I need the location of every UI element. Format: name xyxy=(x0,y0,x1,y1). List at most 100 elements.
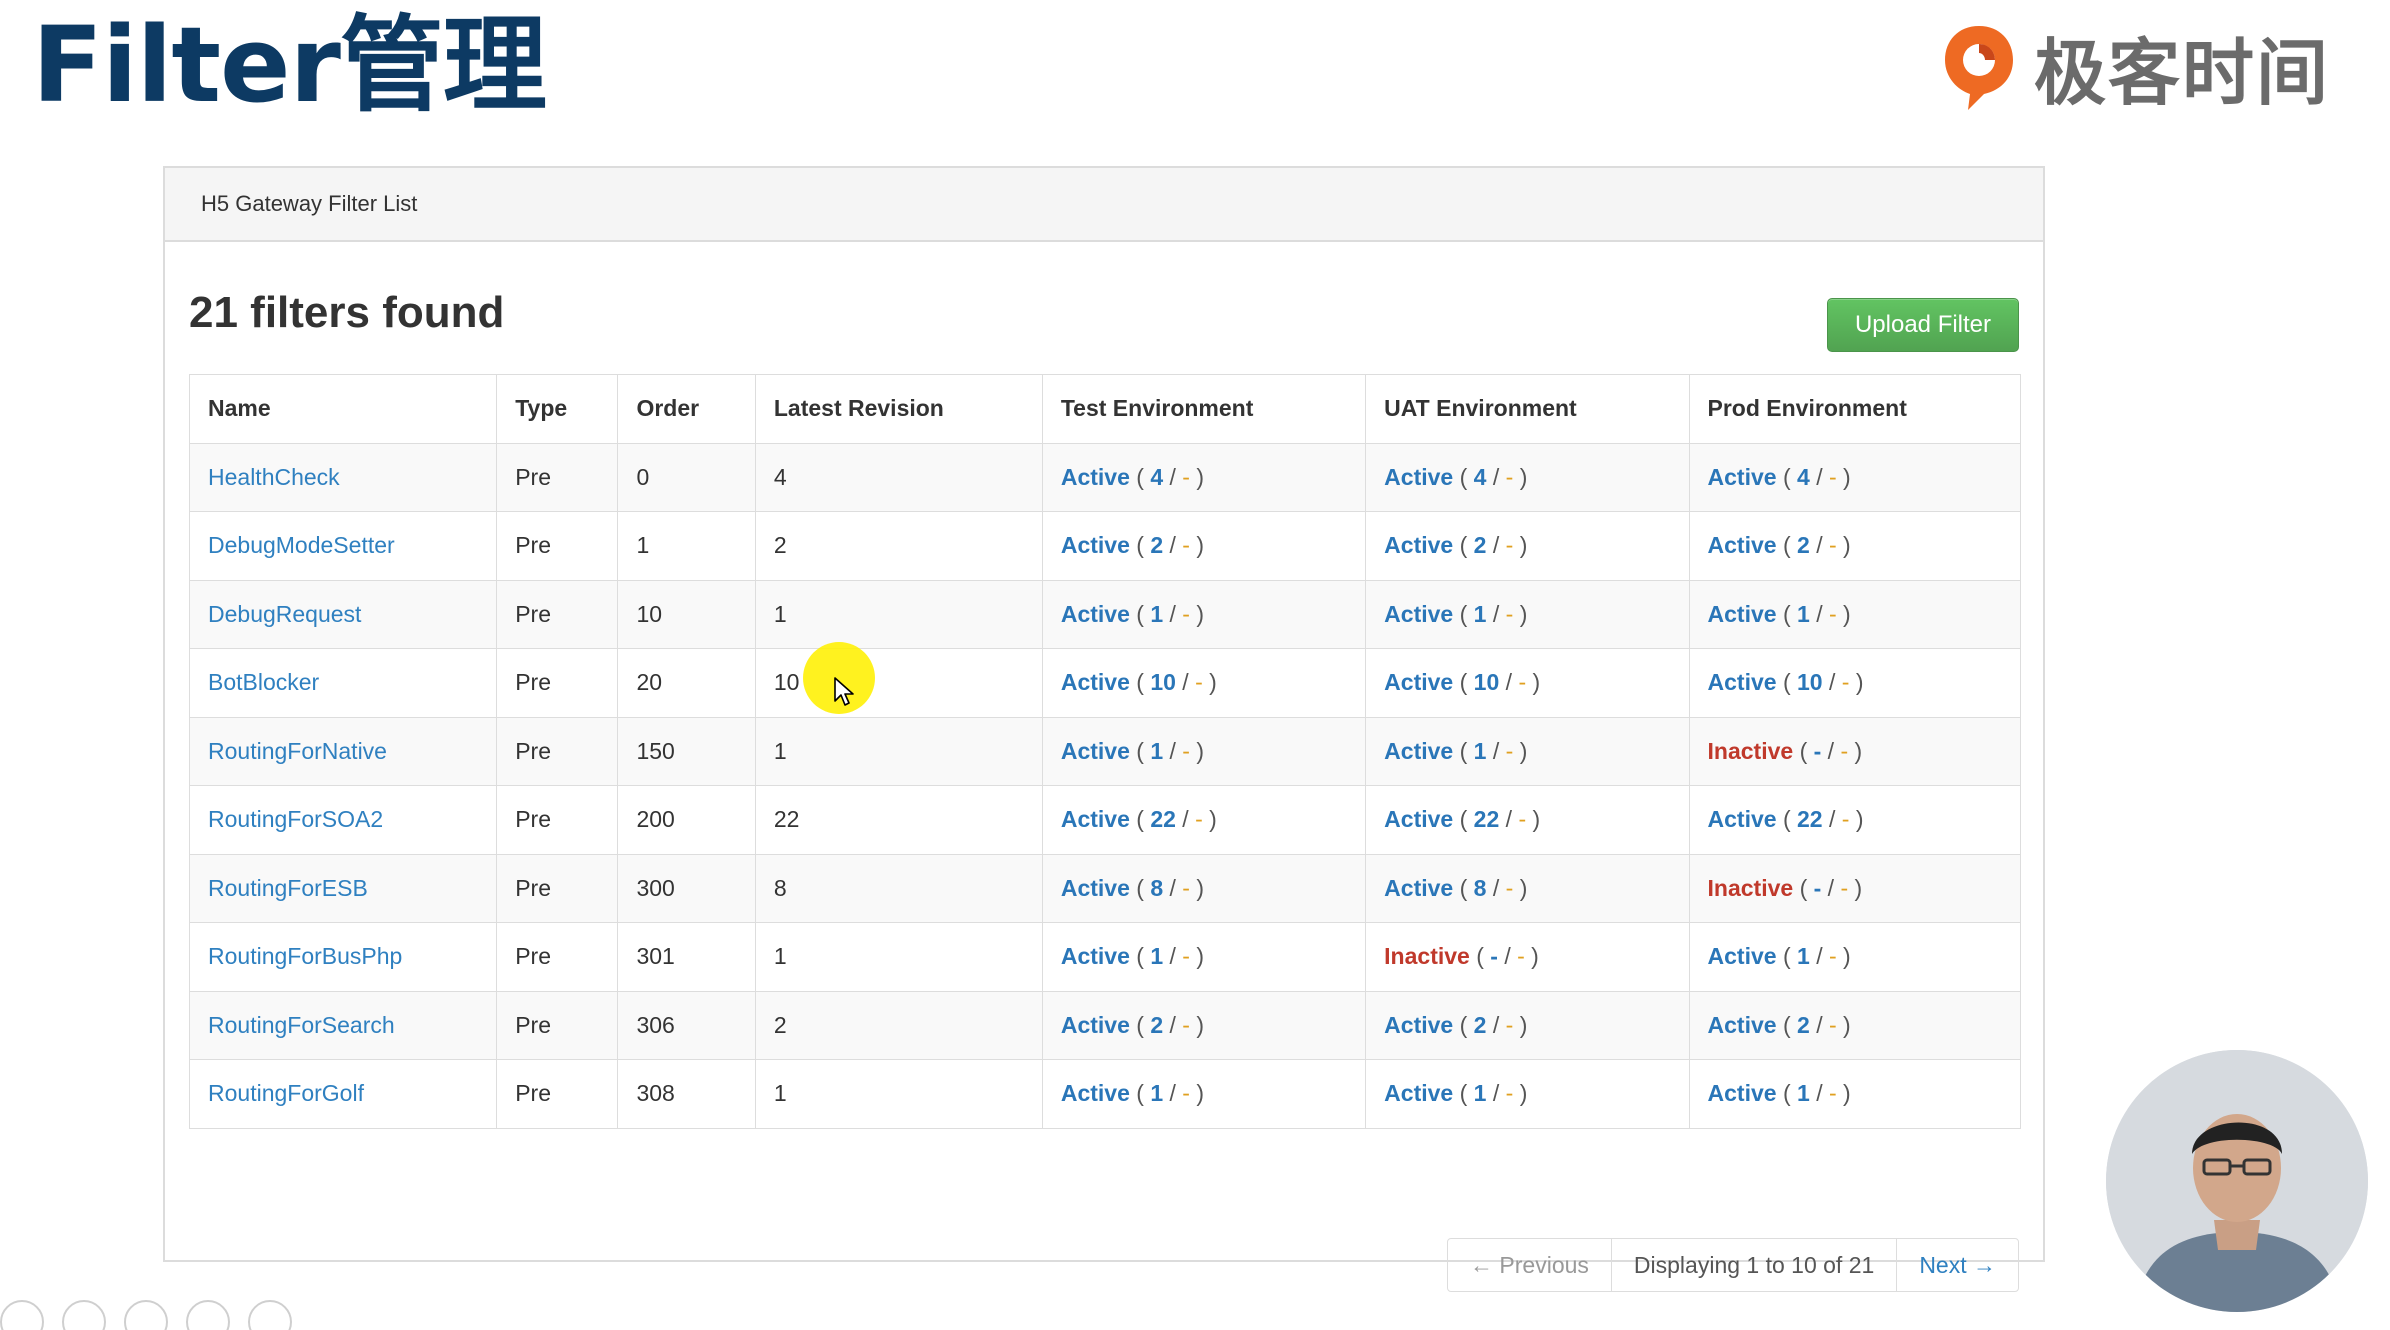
table-row: RoutingForGolf Pre 308 1 Active ( 1 / - ) Act… xyxy=(188,1059,2022,1129)
env-status-link[interactable]: Active xyxy=(1384,738,1453,764)
env-open-paren: ( xyxy=(1136,737,1151,764)
env-open-paren: ( xyxy=(1459,669,1474,696)
type-cell: Pre xyxy=(496,990,619,1060)
zoom-icon[interactable] xyxy=(186,1300,230,1330)
table-row: RoutingForSearch Pre 306 2 Active ( 2 / - ) A… xyxy=(188,990,2022,1060)
env-close-paren: ) xyxy=(1513,600,1528,627)
filter-name-link[interactable]: RoutingForGolf xyxy=(208,1080,364,1106)
env-status-link[interactable]: Active xyxy=(1061,738,1130,764)
env-status-link[interactable]: Active xyxy=(1384,464,1453,490)
env-status-link[interactable]: Active xyxy=(1384,532,1453,558)
filter-name-link[interactable]: DebugModeSetter xyxy=(208,532,395,558)
env-status-link[interactable]: Active xyxy=(1708,943,1777,969)
type-cell: Pre xyxy=(496,442,619,512)
env-pending-revision: - xyxy=(1182,874,1190,901)
previous-page-button[interactable]: ← Previous xyxy=(1448,1239,1611,1291)
env-separator: / xyxy=(1486,463,1506,490)
env-open-paren: ( xyxy=(1136,806,1151,833)
env-separator: / xyxy=(1175,806,1196,833)
env-close-paren: ) xyxy=(1848,737,1863,764)
filter-name-link[interactable]: RoutingForESB xyxy=(208,875,368,901)
type-cell: Pre xyxy=(496,716,619,786)
filter-name-link[interactable]: HealthCheck xyxy=(208,464,340,490)
env-revision: 10 xyxy=(1473,669,1500,696)
env-status-link[interactable]: Active xyxy=(1061,806,1130,832)
name-cell: RoutingForNative xyxy=(188,716,498,786)
env-status-link[interactable]: Active xyxy=(1384,1012,1453,1038)
env-status-link[interactable]: Active xyxy=(1061,1080,1130,1106)
column-header-name: Name xyxy=(188,374,498,444)
env-cell-uat: Active ( 1 / - ) xyxy=(1365,1059,1690,1129)
env-revision: 2 xyxy=(1150,532,1164,559)
filter-name-link[interactable]: BotBlocker xyxy=(208,669,319,695)
pen-icon[interactable] xyxy=(62,1300,106,1330)
env-status-link[interactable]: Active xyxy=(1384,1080,1453,1106)
type-cell: Pre xyxy=(496,785,619,855)
name-cell: RoutingForSearch xyxy=(188,990,498,1060)
env-open-paren: ( xyxy=(1136,1011,1151,1038)
env-cell-prod: Active ( 1 / - ) xyxy=(1688,579,2022,649)
env-status-link[interactable]: Active xyxy=(1708,1080,1777,1106)
env-revision: 1 xyxy=(1473,737,1487,764)
env-status-link[interactable]: Inactive xyxy=(1708,738,1794,764)
env-status-link[interactable]: Active xyxy=(1061,669,1130,695)
env-status-link[interactable]: Active xyxy=(1708,601,1777,627)
env-status-link[interactable]: Active xyxy=(1061,464,1130,490)
env-close-paren: ) xyxy=(1513,1080,1528,1107)
env-pending-revision: - xyxy=(1182,532,1190,559)
filter-name-link[interactable]: RoutingForSOA2 xyxy=(208,806,383,832)
env-revision: 1 xyxy=(1473,600,1487,627)
prev-slide-icon[interactable] xyxy=(0,1300,44,1330)
presenter-avatar-icon xyxy=(2106,1050,2368,1312)
slides-grid-icon[interactable] xyxy=(124,1300,168,1330)
latest-revision-cell: 22 xyxy=(754,785,1043,855)
env-status-link[interactable]: Active xyxy=(1384,669,1453,695)
env-revision: 2 xyxy=(1150,1011,1164,1038)
env-status-link[interactable]: Active xyxy=(1708,532,1777,558)
env-status-link[interactable]: Active xyxy=(1061,875,1130,901)
filter-name-link[interactable]: RoutingForBusPhp xyxy=(208,943,402,969)
env-status-link[interactable]: Active xyxy=(1061,1012,1130,1038)
env-open-paren: ( xyxy=(1136,532,1151,559)
upload-filter-button[interactable]: Upload Filter xyxy=(1827,298,2019,352)
env-status-link[interactable]: Active xyxy=(1708,1012,1777,1038)
env-close-paren: ) xyxy=(1189,1080,1205,1107)
env-status-link[interactable]: Active xyxy=(1384,601,1453,627)
env-status-link[interactable]: Active xyxy=(1384,806,1453,832)
slide-title: Filter管理 xyxy=(32,4,547,126)
env-status-link[interactable]: Active xyxy=(1708,669,1777,695)
env-revision: 2 xyxy=(1473,532,1487,559)
env-status-link[interactable]: Active xyxy=(1061,943,1130,969)
latest-revision-cell: 10 xyxy=(754,648,1043,718)
env-cell-test: Active ( 1 / - ) xyxy=(1041,716,1367,786)
presenter-video xyxy=(2106,1050,2368,1312)
env-status-link[interactable]: Inactive xyxy=(1708,875,1794,901)
env-separator: / xyxy=(1809,1080,1829,1107)
table-row: DebugRequest Pre 10 1 Active ( 1 / - ) Active… xyxy=(188,579,2022,649)
filter-name-link[interactable]: DebugRequest xyxy=(208,601,361,627)
env-status-link[interactable]: Inactive xyxy=(1384,943,1470,969)
env-revision: 1 xyxy=(1797,943,1810,970)
env-status-link[interactable]: Active xyxy=(1708,806,1777,832)
env-separator: / xyxy=(1822,669,1842,696)
env-revision: 1 xyxy=(1473,1080,1487,1107)
next-page-button[interactable]: Next → xyxy=(1896,1239,2018,1291)
filter-name-link[interactable]: RoutingForSearch xyxy=(208,1012,395,1038)
env-open-paren: ( xyxy=(1782,669,1798,696)
env-status-link[interactable]: Active xyxy=(1384,875,1453,901)
env-open-paren: ( xyxy=(1136,943,1151,970)
env-separator: / xyxy=(1163,943,1183,970)
filter-name-link[interactable]: RoutingForNative xyxy=(208,738,387,764)
table-header-row: Name Type Order Latest Revision Test Env… xyxy=(188,374,2022,444)
env-status-link[interactable]: Active xyxy=(1061,601,1130,627)
env-cell-uat: Active ( 8 / - ) xyxy=(1365,853,1690,923)
env-close-paren: ) xyxy=(1836,943,1851,970)
env-revision: 1 xyxy=(1150,1080,1164,1107)
env-open-paren: ( xyxy=(1459,737,1474,764)
env-open-paren: ( xyxy=(1459,463,1474,490)
env-status-link[interactable]: Active xyxy=(1061,532,1130,558)
env-status-link[interactable]: Active xyxy=(1708,464,1777,490)
latest-revision-cell: 2 xyxy=(754,511,1043,581)
env-close-paren: ) xyxy=(1836,600,1851,627)
more-options-icon[interactable] xyxy=(248,1300,292,1330)
